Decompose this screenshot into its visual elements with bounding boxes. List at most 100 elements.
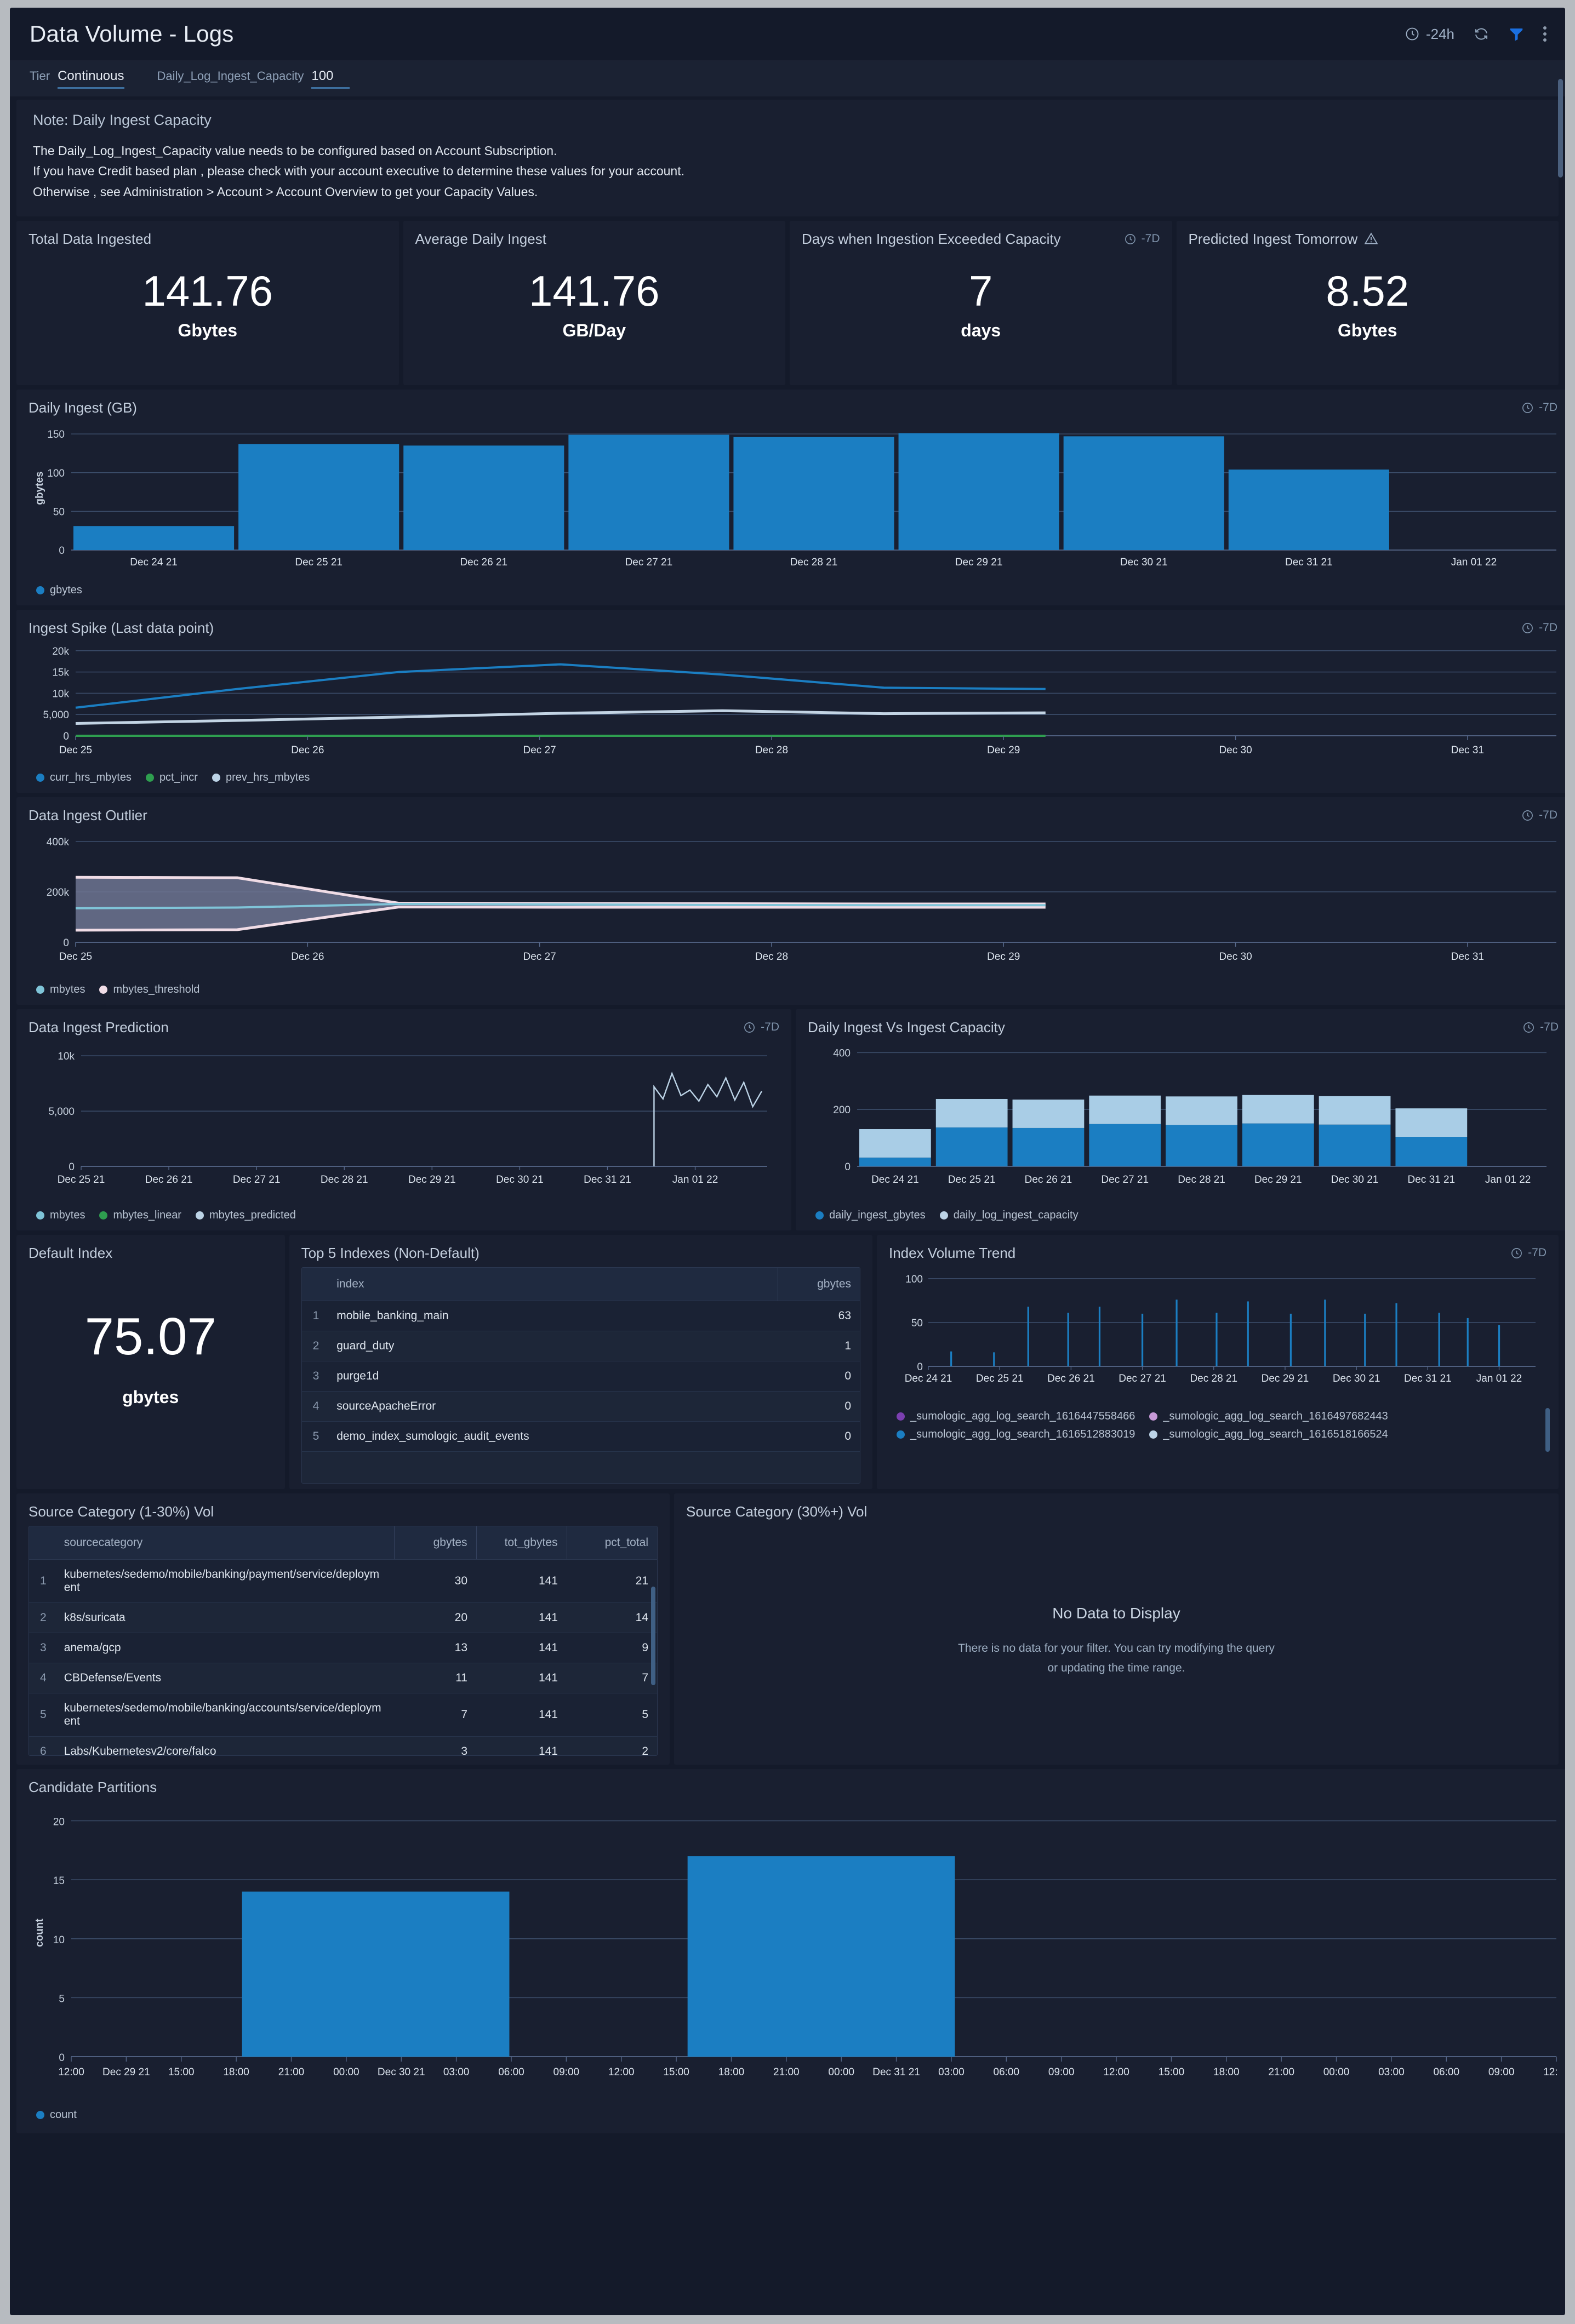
refresh-icon[interactable] [1473, 26, 1490, 42]
outlier-chart[interactable]: 0 200k 400k Dec 25 Dec 26 Dec 27 Dec 28 Dec 29 D… [28, 827, 1557, 978]
legend-item[interactable]: mbytes_linear [99, 1209, 181, 1222]
legend-item[interactable]: mbytes [36, 1209, 85, 1222]
cell-gbytes: 1 [778, 1331, 860, 1361]
table-row[interactable]: 4 sourceApacheError 0 [301, 1391, 860, 1422]
index-trend-chart[interactable]: 0 50 100 Dec 24 21 Dec 25 21 Dec 26 21 Dec 27 … [889, 1265, 1547, 1405]
svg-text:15: 15 [53, 1875, 65, 1887]
legend-item[interactable]: _sumologic_agg_log_search_1616497682443 [1149, 1410, 1388, 1423]
row-index: Default Index 75.07 gbytes Top 5 Indexes… [16, 1234, 1559, 1490]
filter-tier[interactable]: Tier Continuous [30, 68, 124, 89]
ingest-spike-chart[interactable]: 0 5,000 10k 15k 20k Dec 25 Dec 26 Dec 27 Dec 28 D… [28, 640, 1557, 766]
row-number: 3 [301, 1361, 328, 1392]
table-row[interactable]: 1 kubernetes/sedemo/mobile/banking/paymen… [29, 1559, 657, 1604]
legend-scrollbar[interactable] [1545, 1407, 1550, 1452]
svg-text:15:00: 15:00 [1159, 2067, 1185, 2078]
table-row[interactable]: 6 Labs/Kubernetesv2/core/falco 3 141 2 [29, 1736, 657, 1756]
col-tot-gbytes[interactable]: tot_gbytes [476, 1526, 567, 1560]
svg-text:Jan 01 22: Jan 01 22 [1476, 1373, 1522, 1384]
table-row[interactable]: 2 k8s/suricata 20 141 14 [29, 1602, 657, 1634]
table-row[interactable]: 2 guard_duty 1 [301, 1331, 860, 1361]
svg-text:Dec 25: Dec 25 [59, 745, 92, 756]
svg-text:0: 0 [59, 545, 65, 557]
cell-sourcecategory: kubernetes/sedemo/mobile/banking/payment… [55, 1559, 394, 1604]
legend-swatch [212, 773, 220, 782]
svg-text:Dec 31 21: Dec 31 21 [584, 1174, 631, 1186]
filter-tier-value[interactable]: Continuous [58, 68, 124, 89]
table-row[interactable]: 1 mobile_banking_main 63 [301, 1301, 860, 1331]
cell-sourcecategory: anema/gcp [55, 1633, 394, 1664]
svg-text:Dec 28 21: Dec 28 21 [1178, 1174, 1225, 1186]
srccat-table-wrap: sourcecategory gbytes tot_gbytes pct_tot… [28, 1526, 658, 1756]
prediction-chart[interactable]: 0 5,000 10k Dec 25 21 Dec 26 21 Dec 27 21 Dec … [28, 1039, 779, 1204]
clock-icon [743, 1021, 756, 1034]
col-gbytes[interactable]: gbytes [393, 1526, 476, 1560]
svg-text:150: 150 [47, 429, 65, 440]
svg-text:400: 400 [833, 1047, 851, 1059]
legend-item[interactable]: mbytes_threshold [99, 983, 199, 996]
dashboard-frame: Data Volume - Logs -24h Tier Continuous … [10, 8, 1565, 2315]
svg-text:50: 50 [911, 1318, 923, 1329]
panel-days-exceeded-capacity: Days when Ingestion Exceeded Capacity -7… [790, 220, 1172, 385]
table-row[interactable]: 5 kubernetes/sedemo/mobile/banking/accoun… [29, 1693, 657, 1737]
capacity-chart[interactable]: 0 200 400 Dec 24 21 Dec 25 21 Dec 26 21 Dec 27… [808, 1039, 1559, 1204]
legend-item[interactable]: mbytes_predicted [195, 1209, 296, 1222]
page-scrollbar[interactable] [1558, 79, 1563, 178]
svg-text:Dec 26: Dec 26 [291, 951, 324, 963]
panel-average-daily-ingest: Average Daily Ingest 141.76 GB/Day [403, 220, 785, 385]
col-index[interactable]: index [328, 1267, 778, 1301]
svg-text:Dec 31 21: Dec 31 21 [1404, 1373, 1452, 1384]
panel-time-range[interactable]: -7D [1522, 1021, 1559, 1034]
svg-text:Dec 28 21: Dec 28 21 [790, 557, 838, 568]
svg-text:Dec 31 21: Dec 31 21 [1285, 557, 1333, 568]
filter-capacity[interactable]: Daily_Log_Ingest_Capacity 100 [157, 68, 350, 89]
legend-item[interactable]: _sumologic_agg_log_search_1616512883019 [897, 1428, 1135, 1441]
svg-text:Dec 29: Dec 29 [987, 951, 1020, 963]
filter-capacity-value[interactable]: 100 [311, 68, 350, 89]
candidate-partitions-chart[interactable]: 0 5 10 15 20 12:00 Dec 29 21 15:00 18:00 21:00 00:… [28, 1799, 1557, 2103]
legend-item[interactable]: pct_incr [145, 771, 198, 784]
legend-label: mbytes_predicted [209, 1209, 296, 1221]
table-scrollbar[interactable] [651, 1587, 655, 1686]
table-row[interactable]: 4 CBDefense/Events 11 141 7 [29, 1663, 657, 1694]
table-row[interactable]: 5 demo_index_sumologic_audit_events 0 [301, 1421, 860, 1452]
table-row[interactable]: 3 purge1d 0 [301, 1361, 860, 1392]
panel-title: Default Index [28, 1244, 113, 1261]
legend-item[interactable]: daily_ingest_gbytes [815, 1209, 926, 1222]
row-number: 6 [29, 1736, 55, 1756]
svg-text:18:00: 18:00 [718, 2067, 745, 2078]
outlier-legend: mbytes mbytes_threshold [28, 978, 1557, 999]
legend-item[interactable]: curr_hrs_mbytes [36, 771, 132, 784]
svg-text:Dec 26 21: Dec 26 21 [1025, 1174, 1072, 1186]
kebab-menu-icon[interactable] [1543, 26, 1547, 42]
legend-item[interactable]: daily_log_ingest_capacity [939, 1209, 1078, 1222]
table-row[interactable]: 3 anema/gcp 13 141 9 [29, 1633, 657, 1664]
panel-source-category-low: Source Category (1-30%) Vol sourcecatego… [16, 1493, 670, 1765]
col-gbytes[interactable]: gbytes [777, 1267, 860, 1301]
svg-text:12:00: 12:00 [608, 2067, 635, 2078]
legend-item[interactable]: _sumologic_agg_log_search_1616518166524 [1149, 1428, 1388, 1441]
clock-icon [1521, 809, 1534, 822]
legend-swatch [939, 1211, 948, 1220]
daily-ingest-chart[interactable]: 0 50 100 150 Dec 24 21 Dec 25 21 Dec 26 21 Dec … [28, 420, 1557, 579]
time-range-picker[interactable]: -24h [1405, 26, 1454, 43]
col-pct-total[interactable]: pct_total [566, 1526, 657, 1560]
legend-item[interactable]: mbytes [36, 983, 85, 996]
panel-time-range[interactable]: -7D [1521, 401, 1557, 414]
panel-time-range[interactable]: -7D [1521, 621, 1557, 634]
col-sourcecategory[interactable]: sourcecategory [55, 1526, 394, 1560]
legend-item[interactable]: prev_hrs_mbytes [212, 771, 310, 784]
funnel-icon[interactable] [1508, 26, 1525, 42]
panel-time-range[interactable]: -7D [743, 1021, 779, 1034]
col-rownum [301, 1267, 328, 1301]
svg-text:Dec 28 21: Dec 28 21 [1190, 1373, 1237, 1384]
panel-time-range[interactable]: -7D [1510, 1246, 1547, 1260]
svg-text:09:00: 09:00 [553, 2067, 580, 2078]
legend-item[interactable]: _sumologic_agg_log_search_1616447558466 [897, 1410, 1135, 1423]
daily-ingest-legend: gbytes [28, 579, 1557, 600]
panel-title: Source Category (1-30%) Vol [28, 1503, 214, 1520]
panel-time-range[interactable]: -7D [1521, 809, 1557, 822]
no-data-title: No Data to Display [1052, 1604, 1180, 1622]
col-rownum [29, 1526, 55, 1560]
panel-time-range[interactable]: -7D [1124, 232, 1160, 245]
svg-text:100: 100 [905, 1274, 923, 1285]
